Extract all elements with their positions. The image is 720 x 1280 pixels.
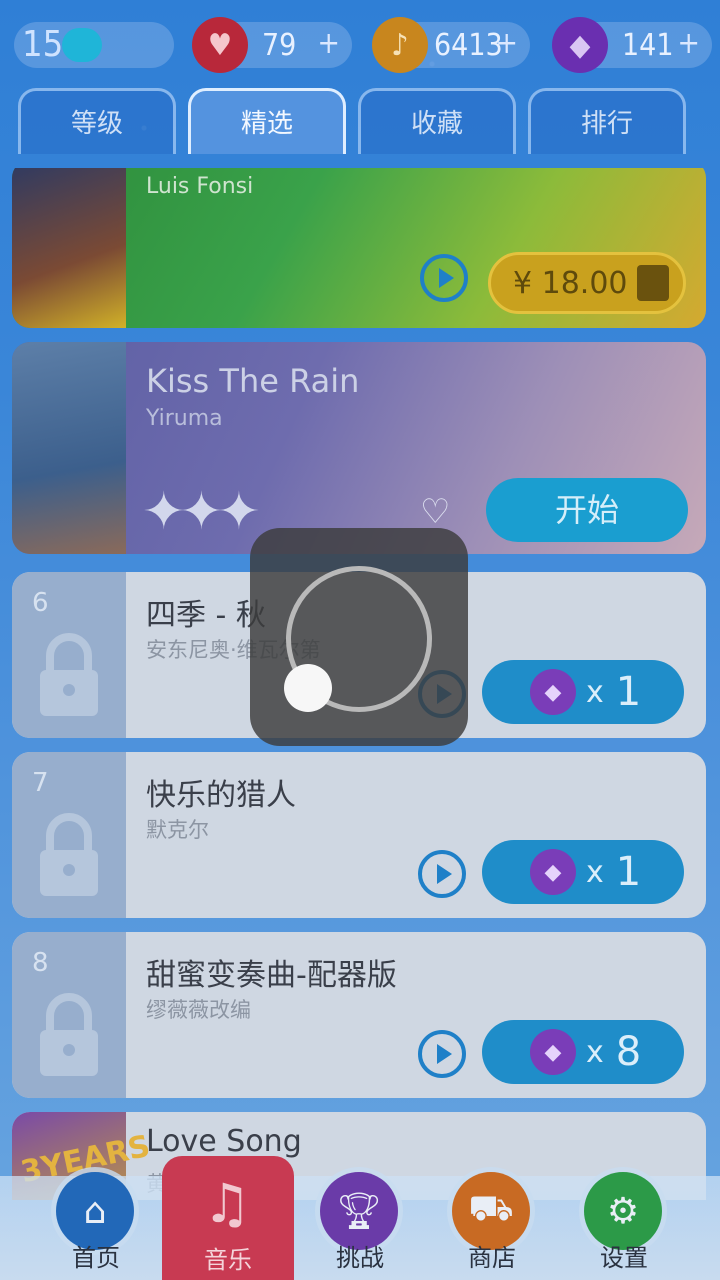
song-cover-image xyxy=(12,342,126,554)
lock-icon xyxy=(40,993,98,1076)
star-rating-icon: ✦✦✦ xyxy=(142,482,261,542)
lock-icon xyxy=(637,265,669,301)
start-button[interactable]: 开始 xyxy=(486,478,688,542)
nav-challenge[interactable]: 🏆︎ 挑战 xyxy=(294,1172,426,1280)
play-preview-button[interactable] xyxy=(418,850,466,898)
song-card-kiss-the-rain[interactable]: Kiss The Rain Yiruma ✦✦✦ ♡ 开始 xyxy=(12,342,706,554)
add-notes-button[interactable]: + xyxy=(495,26,518,61)
category-tabs: 等级 精选 收藏 排行 xyxy=(18,88,708,154)
level-indicator: 15 xyxy=(14,22,174,68)
tab-featured[interactable]: 精选 xyxy=(188,88,346,154)
song-artist: 缪薇薇改编 xyxy=(146,998,251,1022)
nav-home[interactable]: ⌂ 首页 xyxy=(30,1172,162,1280)
times-sign: x xyxy=(586,674,604,710)
hearts-counter: ♥ 79 + xyxy=(192,17,352,73)
price-label: ¥ 18.00 xyxy=(513,265,628,301)
rank-number: 8 xyxy=(32,948,49,978)
nav-shop[interactable]: ⛟ 商店 xyxy=(426,1172,558,1280)
play-preview-button[interactable] xyxy=(420,254,468,302)
rank-number: 6 xyxy=(32,588,49,618)
music-note-icon: ♫ xyxy=(202,1171,252,1235)
gem-cost: 1 xyxy=(615,849,642,895)
diamond-icon: ◆ xyxy=(530,849,576,895)
nav-music[interactable]: ♫ 音乐 xyxy=(162,1156,294,1280)
unlock-with-gems-button[interactable]: ◆ x 1 xyxy=(482,660,684,724)
tab-level[interactable]: 等级 xyxy=(18,88,176,154)
unlock-with-gems-button[interactable]: ◆ x 1 xyxy=(482,840,684,904)
times-sign: x xyxy=(586,854,604,890)
nav-label: 音乐 xyxy=(204,1246,252,1274)
nav-label: 商店 xyxy=(468,1244,516,1272)
unlock-with-gems-button[interactable]: ◆ x 8 xyxy=(482,1020,684,1084)
level-value: 15 xyxy=(22,24,64,65)
nav-label: 设置 xyxy=(600,1244,648,1272)
locked-cover: 6 xyxy=(12,572,126,738)
song-title: Love Song xyxy=(146,1124,302,1159)
locked-cover: 7 xyxy=(12,752,126,918)
tab-ranking[interactable]: 排行 xyxy=(528,88,686,154)
gem-cost: 8 xyxy=(615,1029,642,1075)
nav-label: 首页 xyxy=(72,1244,120,1272)
rank-number: 7 xyxy=(32,768,49,798)
gems-value: 141 xyxy=(622,28,674,63)
song-title: Kiss The Rain xyxy=(146,362,360,400)
loading-overlay xyxy=(250,528,468,746)
gems-counter: ◆ 141 + xyxy=(552,17,712,73)
add-hearts-button[interactable]: + xyxy=(317,26,340,61)
song-artist: Luis Fonsi xyxy=(146,174,254,199)
lock-icon xyxy=(40,633,98,716)
song-artist: Yiruma xyxy=(146,406,223,431)
song-artist: 默克尔 xyxy=(146,818,209,842)
buy-button[interactable]: ¥ 18.00 xyxy=(488,252,686,314)
nav-label: 挑战 xyxy=(336,1244,384,1272)
notes-counter: ♪ 6413 + xyxy=(372,17,530,73)
times-sign: x xyxy=(586,1034,604,1070)
locked-cover: 8 xyxy=(12,932,126,1098)
bottom-nav: ⌂ 首页 ♫ 音乐 🏆︎ 挑战 ⛟ 商店 ⚙ 设置 xyxy=(0,1156,720,1280)
music-note-icon: ♪ xyxy=(372,17,428,73)
level-progress xyxy=(62,28,102,62)
notes-value: 6413 xyxy=(434,28,503,63)
nav-settings[interactable]: ⚙ 设置 xyxy=(558,1172,690,1280)
spinner-dot-icon xyxy=(284,664,332,712)
favorite-heart-icon[interactable]: ♡ xyxy=(420,492,450,532)
tab-favorites[interactable]: 收藏 xyxy=(358,88,516,154)
diamond-icon: ◆ xyxy=(552,17,608,73)
lock-icon xyxy=(40,813,98,896)
song-title: 快乐的猎人 xyxy=(146,778,296,813)
song-card-locked[interactable]: 7 快乐的猎人 默克尔 ◆ x 1 xyxy=(12,752,706,918)
add-gems-button[interactable]: + xyxy=(677,26,700,61)
heart-icon: ♥ xyxy=(192,17,248,73)
play-preview-button[interactable] xyxy=(418,1030,466,1078)
song-title: 甜蜜变奏曲-配器版 xyxy=(146,958,397,993)
diamond-icon: ◆ xyxy=(530,1029,576,1075)
song-title: 四季 - 秋 xyxy=(146,598,266,633)
status-bar: 15 ♥ 79 + ♪ 6413 + ◆ 141 + xyxy=(0,17,720,73)
gem-cost: 1 xyxy=(615,669,642,715)
diamond-icon: ◆ xyxy=(530,669,576,715)
song-card-despacito[interactable]: Luis Fonsi ¥ 18.00 xyxy=(12,168,706,328)
song-cover-image xyxy=(12,168,126,328)
hearts-value: 79 xyxy=(262,28,297,63)
song-card-locked[interactable]: 8 甜蜜变奏曲-配器版 缪薇薇改编 ◆ x 8 xyxy=(12,932,706,1098)
